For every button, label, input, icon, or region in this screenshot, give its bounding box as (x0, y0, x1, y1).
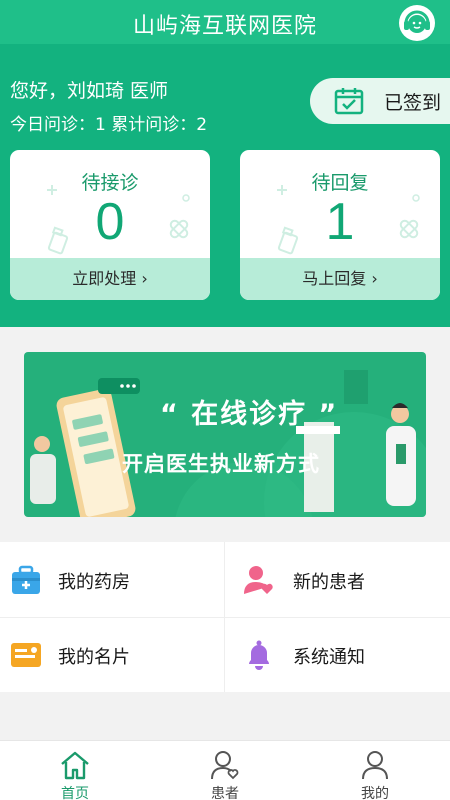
consultation-stats: 今日问诊：1 累计问诊：2 (10, 115, 208, 135)
my-business-card-item[interactable]: 我的名片 (0, 617, 225, 692)
top-bar: 山屿海互联网医院 (0, 0, 450, 44)
pending-reply-card[interactable]: 待回复 1 马上回复 › (240, 150, 440, 300)
bell-icon (249, 640, 269, 670)
my-pharmacy-label: 我的药房 (58, 572, 130, 593)
profile-icon (362, 751, 388, 780)
online-consultation-banner[interactable]: “ 在线诊疗 ” 开启医生执业新方式 (24, 352, 426, 517)
bottom-tab-bar: 首页 患者 我的 (0, 740, 450, 800)
pending-count: 0 (95, 193, 125, 251)
new-patients-item[interactable]: 新的患者 (225, 542, 450, 617)
reply-title: 待回复 (311, 172, 369, 194)
new-patient-icon (244, 566, 273, 594)
tab-home[interactable]: 首页 (0, 741, 150, 800)
banner-headline: “ 在线诊疗 ” (160, 399, 339, 430)
pending-title: 待接诊 (81, 172, 139, 194)
my-pharmacy-item[interactable]: 我的药房 (0, 542, 225, 617)
home-icon (61, 751, 89, 780)
signin-label: 已签到 (384, 92, 442, 114)
app-title: 山屿海互联网医院 (132, 14, 317, 39)
tab-profile[interactable]: 我的 (300, 741, 450, 800)
pending-consultation-card[interactable]: 待接诊 0 立即处理 › (10, 150, 210, 300)
banner-tagline: 开启医生执业新方式 (122, 452, 320, 476)
business-card-icon (11, 643, 41, 667)
new-patients-label: 新的患者 (293, 572, 365, 593)
system-notifications-item[interactable]: 系统通知 (225, 617, 450, 692)
medicine-box-icon (12, 565, 40, 594)
reply-now-button[interactable]: 马上回复 › (240, 258, 440, 300)
customer-service-icon[interactable] (398, 4, 436, 42)
reply-count: 1 (325, 193, 355, 251)
tab-home-label: 首页 (61, 786, 89, 800)
doctor-greeting: 您好，刘如琦 医师 (10, 80, 169, 102)
process-now-button[interactable]: 立即处理 › (10, 258, 210, 300)
tab-patients-label: 患者 (211, 786, 239, 800)
banner-illustration (30, 370, 426, 517)
my-business-card-label: 我的名片 (58, 647, 130, 668)
doctor-header: 您好，刘如琦 医师 今日问诊：1 累计问诊：2 已签到 待接诊 0 立即处理 ›… (0, 44, 450, 327)
system-notifications-label: 系统通知 (293, 647, 365, 668)
tab-profile-label: 我的 (361, 786, 389, 800)
function-grid: 我的药房 新的患者 我的名片 系统通知 (0, 542, 450, 692)
patient-icon (211, 751, 239, 780)
calendar-check-icon (334, 88, 364, 115)
signin-button[interactable]: 已签到 (310, 78, 450, 124)
tab-patients[interactable]: 患者 (150, 741, 300, 800)
